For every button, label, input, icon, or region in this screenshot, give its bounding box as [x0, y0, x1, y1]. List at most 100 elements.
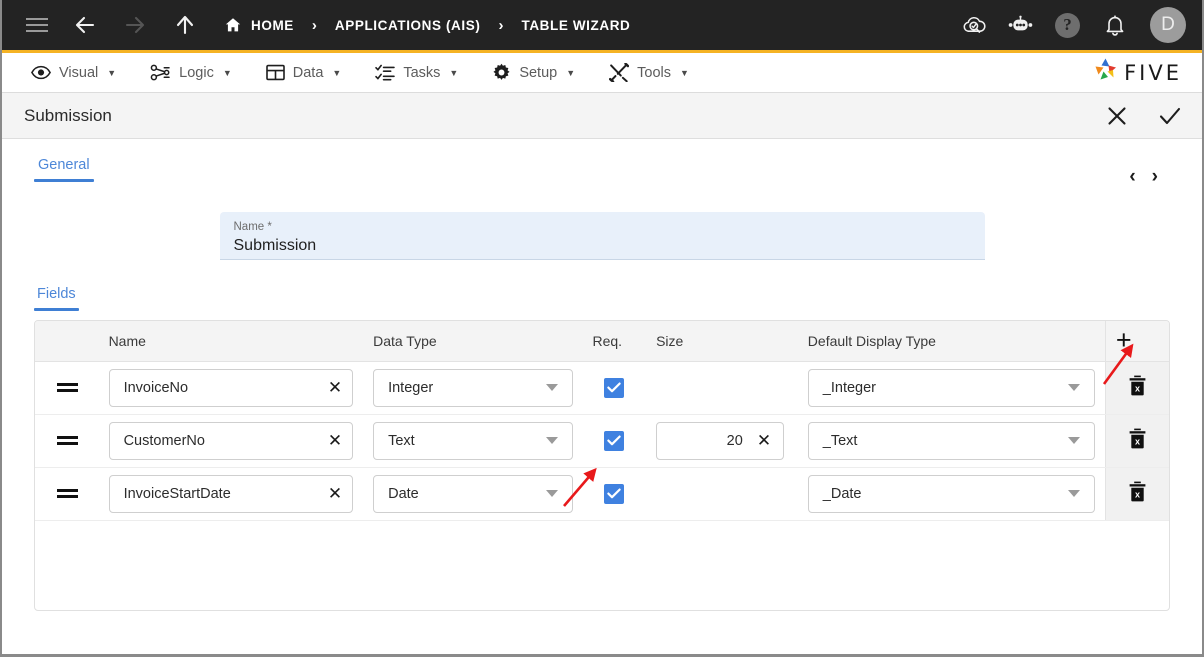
- field-name-input[interactable]: InvoiceStartDate ✕: [108, 474, 354, 513]
- column-header-data-type: Data Type: [363, 321, 583, 362]
- help-icon[interactable]: ?: [1054, 12, 1081, 39]
- fields-table: Name Data Type Req. Size Default Display…: [35, 321, 1169, 521]
- column-header-handle: [35, 321, 99, 362]
- delete-row-cell[interactable]: x: [1104, 414, 1169, 468]
- row-drag-cell[interactable]: [35, 414, 99, 468]
- menu-label: Setup: [519, 64, 558, 81]
- required-checkbox[interactable]: [604, 430, 625, 451]
- breadcrumb-item-applications[interactable]: APPLICATIONS (AIS): [335, 18, 481, 33]
- logic-nodes-icon: [150, 64, 171, 81]
- drag-handle-icon[interactable]: [45, 489, 89, 498]
- drag-handle-icon[interactable]: [45, 436, 89, 445]
- clear-icon[interactable]: ✕: [328, 379, 342, 396]
- clear-icon[interactable]: ✕: [328, 485, 342, 502]
- default-display-type-cell: _Text: [797, 414, 1106, 468]
- menu-label: Data: [292, 64, 324, 81]
- data-type-cell: Integer: [363, 361, 583, 415]
- delete-row-cell[interactable]: x: [1104, 361, 1169, 415]
- table-row: InvoiceNo ✕ Integer _Integer x: [35, 361, 1169, 415]
- fields-table-body: InvoiceNo ✕ Integer _Integer x CustomerN…: [35, 361, 1169, 521]
- required-checkbox[interactable]: [604, 377, 625, 398]
- svg-text:x: x: [1135, 489, 1140, 499]
- record-header-bar: Submission: [2, 93, 1202, 139]
- chevron-down-icon: ▼: [107, 67, 117, 78]
- top-navigation-bar: HOME › APPLICATIONS (AIS) › TABLE WIZARD: [2, 0, 1202, 53]
- table-row: CustomerNo ✕ Text 20 ✕ _Text x: [35, 414, 1169, 468]
- tab-label: General: [38, 157, 90, 173]
- breadcrumb-item-table-wizard[interactable]: TABLE WIZARD: [521, 18, 630, 33]
- size-cell: 20 ✕: [646, 414, 798, 468]
- plus-icon: +: [1115, 325, 1132, 356]
- default-display-type-value: _Text: [822, 432, 858, 449]
- delete-row-icon[interactable]: x: [1128, 428, 1147, 449]
- default-display-type-select[interactable]: _Text: [807, 421, 1095, 460]
- help-question-mark: ?: [1055, 12, 1080, 38]
- delete-row-icon[interactable]: x: [1128, 481, 1147, 502]
- checklist-icon: [375, 64, 396, 81]
- pager-prev-icon[interactable]: ‹: [1129, 167, 1135, 186]
- table-row: InvoiceStartDate ✕ Date _Date x: [35, 467, 1169, 521]
- chat-bot-icon[interactable]: [1007, 12, 1034, 39]
- data-type-value: Integer: [388, 379, 434, 396]
- name-input-value: Submission: [233, 237, 317, 255]
- chevron-down-icon: ▼: [332, 67, 342, 78]
- default-display-type-cell: _Date: [797, 467, 1106, 521]
- menu-label: Visual: [59, 64, 99, 81]
- field-name-input[interactable]: CustomerNo ✕: [108, 421, 354, 460]
- menu-item-data[interactable]: Data ▼: [249, 64, 359, 81]
- close-icon[interactable]: [1106, 105, 1128, 127]
- menu-item-visual[interactable]: Visual ▼: [14, 65, 133, 81]
- data-type-value: Date: [388, 485, 419, 502]
- breadcrumb-label: TABLE WIZARD: [521, 17, 631, 33]
- default-display-type-select[interactable]: _Date: [807, 474, 1095, 513]
- chevron-down-icon: [545, 384, 558, 391]
- chevron-down-icon: ▼: [449, 67, 459, 78]
- tab-fields[interactable]: Fields: [34, 286, 79, 311]
- chevron-down-icon: [1067, 490, 1080, 497]
- required-checkbox[interactable]: [604, 483, 625, 504]
- drag-handle-icon[interactable]: [45, 383, 89, 392]
- size-value: 20: [726, 432, 743, 449]
- chevron-down-icon: [1067, 437, 1080, 444]
- field-name-cell: InvoiceStartDate ✕: [98, 467, 364, 521]
- menu-item-tasks[interactable]: Tasks ▼: [358, 64, 475, 81]
- size-input[interactable]: 20 ✕: [656, 421, 785, 460]
- arrow-left-icon[interactable]: [68, 8, 102, 42]
- name-input[interactable]: Name * Submission: [219, 212, 985, 260]
- tools-icon: [609, 63, 630, 82]
- menu-item-setup[interactable]: Setup ▼: [475, 63, 592, 82]
- data-type-select[interactable]: Date: [373, 474, 573, 513]
- row-drag-cell[interactable]: [35, 361, 99, 415]
- delete-row-cell[interactable]: x: [1104, 467, 1169, 521]
- bell-icon[interactable]: [1101, 12, 1128, 39]
- field-name-cell: InvoiceNo ✕: [98, 361, 364, 415]
- field-name-input[interactable]: InvoiceNo ✕: [108, 368, 354, 407]
- avatar[interactable]: D: [1150, 7, 1186, 43]
- fields-tab-bar: Fields: [34, 286, 1170, 311]
- clear-icon[interactable]: ✕: [328, 432, 342, 449]
- data-type-cell: Text: [363, 414, 583, 468]
- menu-item-logic[interactable]: Logic ▼: [133, 64, 249, 81]
- confirm-check-icon[interactable]: [1158, 105, 1182, 127]
- breadcrumb-separator: ›: [498, 16, 504, 34]
- menu-item-tools[interactable]: Tools ▼: [592, 63, 706, 82]
- column-header-required: Req.: [582, 321, 647, 362]
- default-display-type-select[interactable]: _Integer: [807, 368, 1095, 407]
- breadcrumb-item-home[interactable]: HOME: [224, 16, 294, 34]
- row-drag-cell[interactable]: [35, 467, 99, 521]
- size-cell: [646, 361, 798, 415]
- topbar-action-group: ? D: [960, 7, 1186, 43]
- arrow-up-icon[interactable]: [168, 8, 202, 42]
- cloud-search-icon[interactable]: [960, 12, 987, 39]
- field-name-value: InvoiceNo: [123, 379, 189, 396]
- delete-row-icon[interactable]: x: [1128, 375, 1147, 396]
- pager-next-icon[interactable]: ›: [1152, 167, 1158, 186]
- breadcrumb-separator: ›: [311, 16, 317, 34]
- tab-general[interactable]: General: [34, 153, 94, 182]
- add-row-button[interactable]: +: [1104, 321, 1169, 362]
- data-type-select[interactable]: Text: [373, 421, 573, 460]
- clear-icon[interactable]: ✕: [757, 432, 771, 449]
- data-type-select[interactable]: Integer: [373, 368, 573, 407]
- column-header-size: Size: [646, 321, 798, 362]
- hamburger-menu-icon[interactable]: [20, 8, 54, 42]
